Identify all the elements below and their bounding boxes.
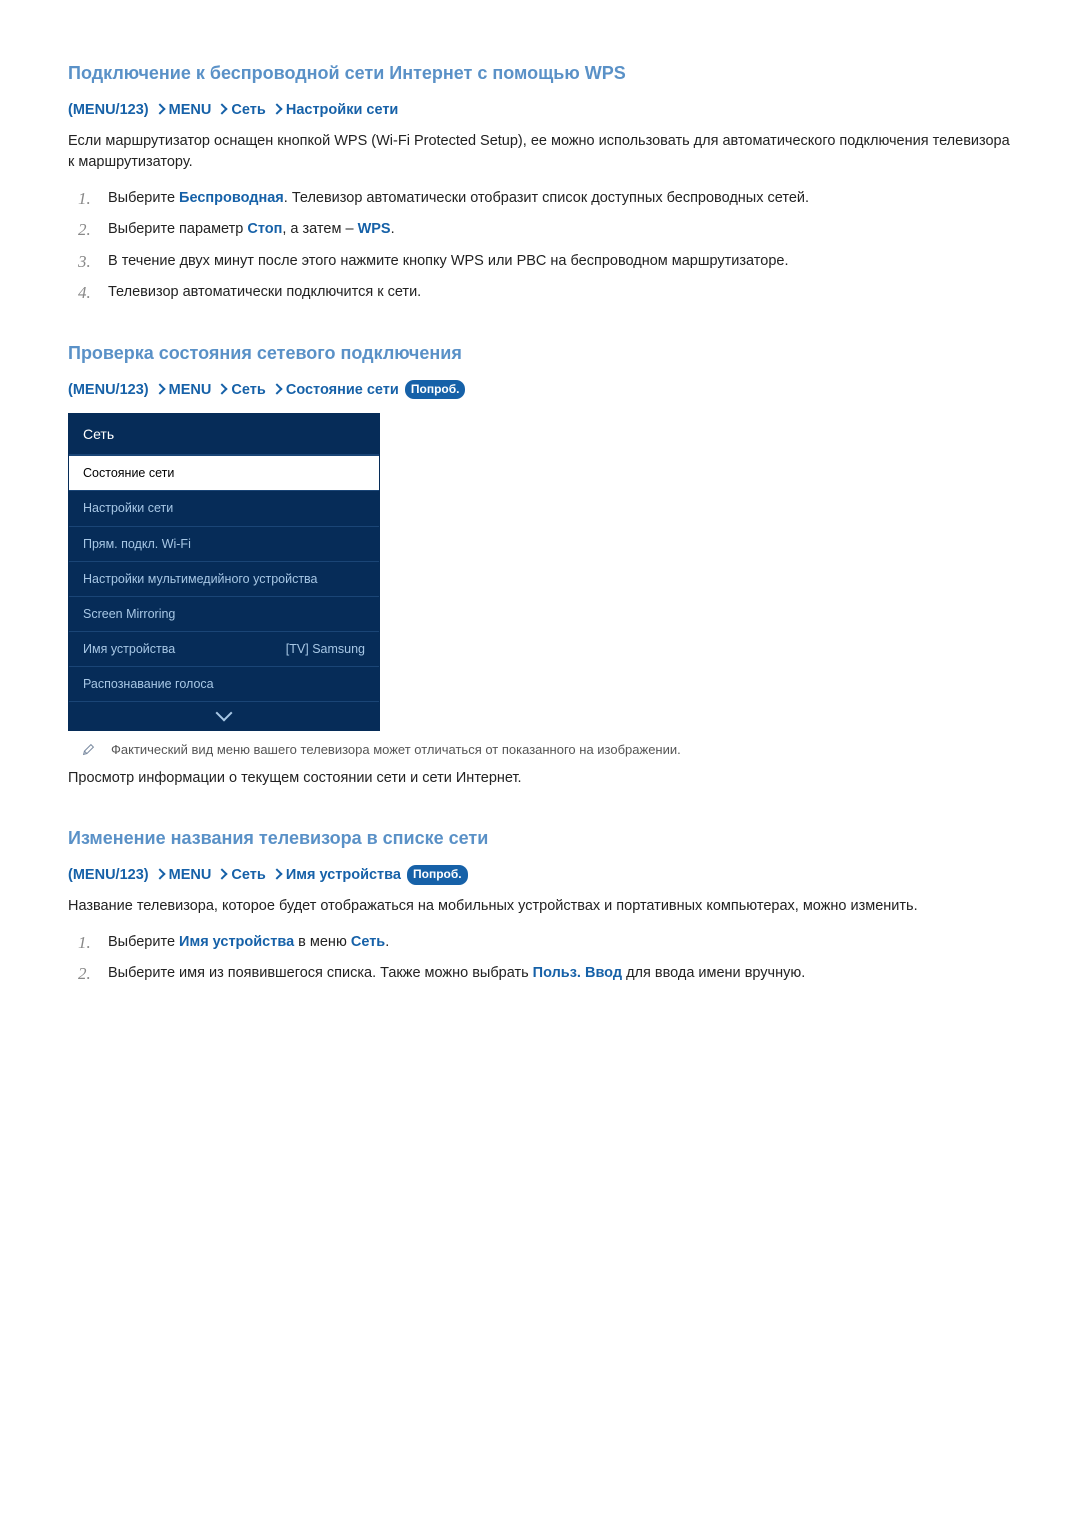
menu-panel-network: Сеть Состояние сети Настройки сети Прям.…: [68, 413, 380, 731]
section-rename-tv: Изменение названия телевизора в списке с…: [68, 825, 1012, 986]
try-button[interactable]: Попроб.: [407, 865, 468, 884]
breadcrumb: (MENU/123) MENU Сеть Имя устройства Попр…: [68, 865, 1012, 886]
pencil-icon: [82, 743, 95, 756]
menu-scroll-down[interactable]: [69, 701, 379, 730]
breadcrumb: (MENU/123) MENU Сеть Настройки сети: [68, 100, 1012, 121]
device-name-value: [TV] Samsung: [286, 640, 365, 658]
chevron-right-icon: [216, 869, 226, 879]
bc-part: Сеть: [231, 102, 265, 118]
chevron-right-icon: [271, 384, 281, 394]
chevron-right-icon: [154, 869, 164, 879]
bc-part: Имя устройства: [286, 867, 401, 883]
intro-text: Название телевизора, которое будет отобр…: [68, 896, 1012, 917]
step-item: 4. Телевизор автоматически подключится к…: [68, 281, 1012, 304]
term-device-name: Имя устройства: [179, 934, 294, 950]
breadcrumb: (MENU/123) MENU Сеть Состояние сети Попр…: [68, 380, 1012, 401]
step-item: 1. Выберите Беспроводная. Телевизор авто…: [68, 187, 1012, 210]
step-list: 1. Выберите Имя устройства в меню Сеть. …: [68, 931, 1012, 985]
chevron-right-icon: [271, 869, 281, 879]
note-text: Фактический вид меню вашего телевизора м…: [111, 741, 681, 760]
menu-item-wifi-direct[interactable]: Прям. подкл. Wi-Fi: [69, 526, 379, 561]
try-button[interactable]: Попроб.: [405, 380, 466, 399]
bc-part: Сеть: [231, 867, 265, 883]
bc-part: MENU: [169, 867, 212, 883]
section-wps: Подключение к беспроводной сети Интернет…: [68, 60, 1012, 304]
para-network-status: Просмотр информации о текущем состоянии …: [68, 768, 1012, 789]
bc-part: MENU: [169, 382, 212, 398]
step-item: 1. Выберите Имя устройства в меню Сеть.: [68, 931, 1012, 954]
step-number: 3.: [78, 248, 91, 275]
menu-item-screen-mirroring[interactable]: Screen Mirroring: [69, 596, 379, 631]
bc-part: MENU/123: [73, 102, 144, 118]
menu-item-multimedia-settings[interactable]: Настройки мультимедийного устройства: [69, 561, 379, 596]
chevron-right-icon: [216, 104, 226, 114]
step-item: 3. В течение двух минут после этого нажм…: [68, 250, 1012, 273]
bc-part: Состояние сети: [286, 382, 399, 398]
section-network-status: Проверка состояния сетевого подключения …: [68, 340, 1012, 789]
term-network: Сеть: [351, 934, 385, 950]
menu-item-voice-recognition[interactable]: Распознавание голоса: [69, 666, 379, 701]
term-wireless: Беспроводная: [179, 190, 284, 206]
chevron-right-icon: [154, 384, 164, 394]
step-number: 2.: [78, 216, 91, 243]
bc-part: Сеть: [231, 382, 265, 398]
bc-part: MENU/123: [73, 382, 144, 398]
bc-part: MENU/123: [73, 867, 144, 883]
chevron-down-icon: [216, 705, 233, 722]
term-stop: Стоп: [247, 221, 282, 237]
intro-text: Если маршрутизатор оснащен кнопкой WPS (…: [68, 131, 1012, 173]
menu-item-network-settings[interactable]: Настройки сети: [69, 490, 379, 525]
term-wps: WPS: [358, 221, 391, 237]
menu-header: Сеть: [69, 414, 379, 455]
step-number: 1.: [78, 929, 91, 956]
heading-network-status: Проверка состояния сетевого подключения: [68, 340, 1012, 366]
step-number: 2.: [78, 960, 91, 987]
term-user-input: Польз. Ввод: [533, 965, 622, 981]
heading-wps: Подключение к беспроводной сети Интернет…: [68, 60, 1012, 86]
step-number: 1.: [78, 185, 91, 212]
heading-rename-tv: Изменение названия телевизора в списке с…: [68, 825, 1012, 851]
menu-item-device-name[interactable]: Имя устройства [TV] Samsung: [69, 631, 379, 666]
step-item: 2. Выберите параметр Стоп, а затем – WPS…: [68, 218, 1012, 241]
chevron-right-icon: [271, 104, 281, 114]
step-list: 1. Выберите Беспроводная. Телевизор авто…: [68, 187, 1012, 304]
note: Фактический вид меню вашего телевизора м…: [68, 741, 1012, 760]
bc-part: Настройки сети: [286, 102, 398, 118]
bc-part: MENU: [169, 102, 212, 118]
step-item: 2. Выберите имя из появившегося списка. …: [68, 962, 1012, 985]
step-number: 4.: [78, 279, 91, 306]
menu-item-network-status[interactable]: Состояние сети: [69, 455, 379, 490]
chevron-right-icon: [216, 384, 226, 394]
chevron-right-icon: [154, 104, 164, 114]
